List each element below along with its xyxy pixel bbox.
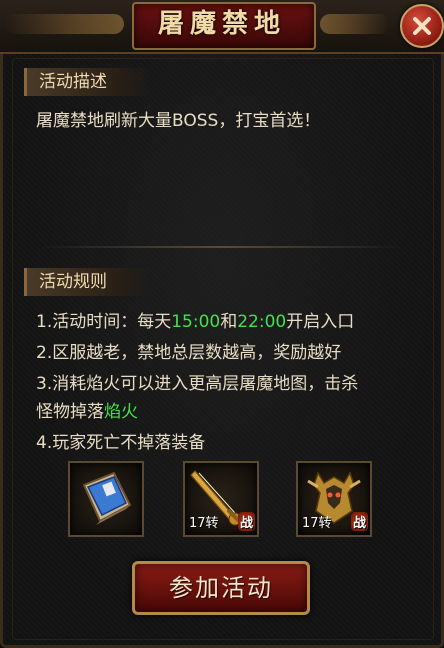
reward-2-level: 17转 (189, 516, 219, 531)
rule-1-suffix: 开启入口 (286, 312, 355, 332)
join-event-button[interactable]: 参加活动 (132, 561, 310, 615)
rule-1-mid: 和 (220, 312, 238, 332)
rule-1-time-1: 15:00 (171, 312, 221, 332)
title-bar: 屠魔禁地 (0, 0, 444, 54)
section-divider (40, 246, 404, 248)
title-ornament-right (320, 14, 390, 34)
rule-line-3a: 3.消耗焰火可以进入更高层屠魔地图，击杀 (36, 374, 359, 394)
reward-item-3[interactable]: 17转 战 (296, 461, 372, 537)
rule-line-3b: 怪物掉落焰火 (36, 399, 426, 425)
reward-item-1[interactable] (68, 461, 144, 537)
rule-3b-highlight: 焰火 (104, 402, 138, 422)
reward-2-class-badge: 战 (237, 512, 255, 531)
reward-3-class-badge: 战 (350, 512, 368, 531)
close-icon (413, 17, 431, 35)
rule-line-2: 2.区服越老，禁地总层数越高，奖励越好 (36, 343, 342, 363)
tab-rules: 活动规则 (24, 268, 152, 296)
tab-description: 活动描述 (24, 68, 152, 96)
page-title: 屠魔禁地 (157, 9, 286, 39)
title-ornament-left (4, 14, 124, 34)
rule-1-prefix: 1.活动时间：每天 (36, 312, 172, 332)
rule-1-time-2: 22:00 (237, 312, 287, 332)
scroll-icon (82, 471, 132, 525)
description-text: 屠魔禁地刷新大量BOSS，打宝首选！ (36, 111, 321, 131)
rule-line-4: 4.玩家死亡不掉落装备 (36, 433, 206, 453)
reward-3-level: 17转 (302, 516, 332, 531)
rule-line-1: 1.活动时间：每天15:00和22:00开启入口 (36, 309, 426, 335)
reward-item-2[interactable]: 17转 战 (183, 461, 259, 537)
close-button[interactable] (400, 4, 444, 48)
rule-3b-prefix: 怪物掉落 (36, 402, 104, 422)
